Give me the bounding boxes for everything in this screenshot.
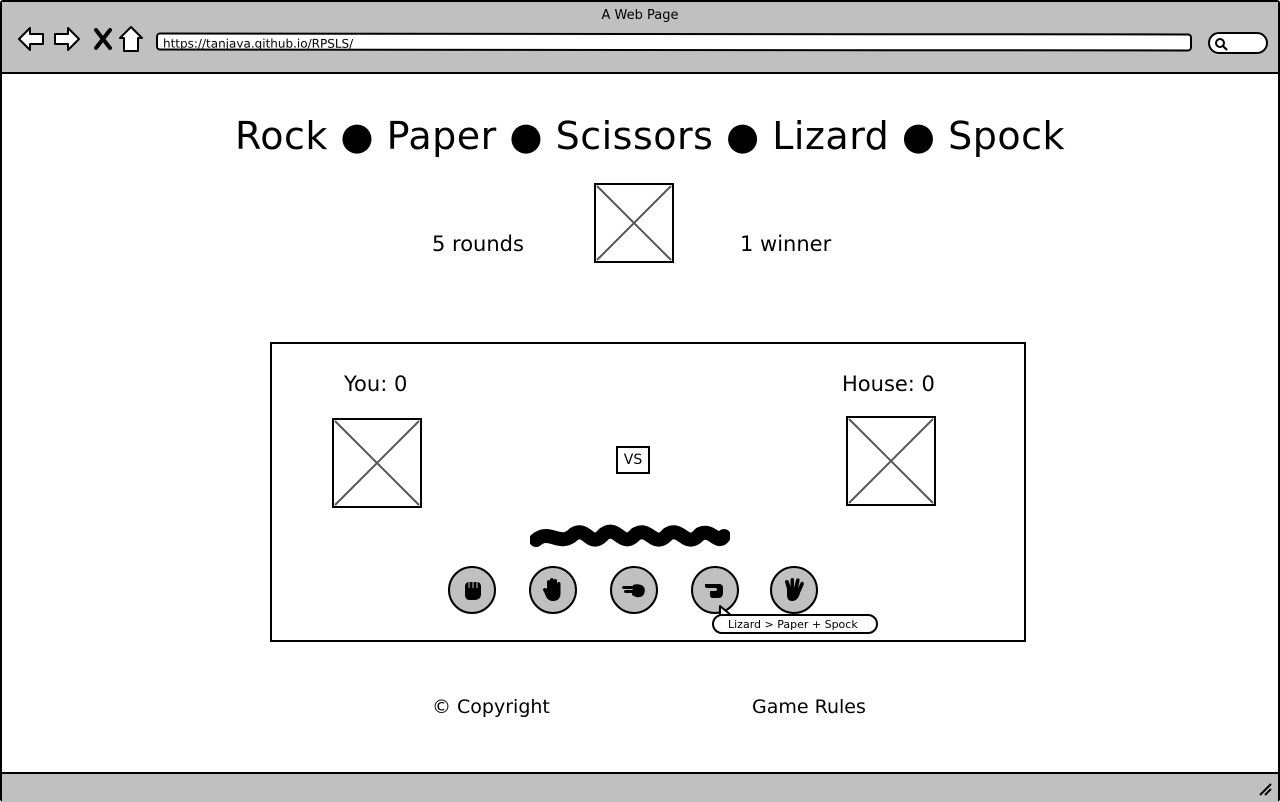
forward-arrow-icon[interactable] [52, 24, 82, 54]
url-input[interactable]: https://tanjava.github.io/RPSLS/ [155, 32, 1193, 52]
back-arrow-icon[interactable] [16, 24, 46, 54]
player-choice-placeholder [332, 418, 422, 508]
window-title: A Web Page [601, 8, 679, 23]
winner-text: 1 winner [740, 232, 832, 256]
browser-window: A Web Page https://tanjava.github.io/RPS… [0, 0, 1280, 802]
search-icon [1215, 38, 1228, 51]
close-x-icon[interactable] [88, 24, 118, 54]
result-text-scribble [530, 524, 730, 547]
home-icon[interactable] [116, 24, 146, 54]
open-hand-icon [543, 578, 561, 601]
paper-choice-button[interactable] [529, 566, 577, 614]
browser-toolbar: A Web Page https://tanjava.github.io/RPS… [2, 2, 1278, 74]
vulcan-salute-icon [785, 578, 804, 601]
lizard-hand-icon [705, 584, 723, 598]
rock-choice-button[interactable] [448, 566, 496, 614]
rounds-text: 5 rounds [432, 232, 524, 256]
game-panel: You: 0 House: 0 VS Lizard > Paper + Spoc… [270, 342, 1026, 642]
spock-choice-button[interactable] [770, 566, 818, 614]
copyright-text: © Copyright [432, 696, 550, 718]
game-rules-link[interactable]: Game Rules [752, 696, 866, 718]
search-field[interactable] [1208, 32, 1268, 54]
vs-label: VS [616, 446, 650, 474]
house-choice-placeholder [846, 416, 936, 506]
page-title: Rock ● Paper ● Scissors ● Lizard ● Spock [235, 114, 1065, 158]
status-bar [2, 772, 1278, 802]
player-score: You: 0 [344, 372, 408, 396]
scissors-hand-icon [622, 584, 645, 598]
logo-image-placeholder [594, 183, 674, 263]
house-score: House: 0 [842, 372, 935, 396]
scissors-choice-button[interactable] [610, 566, 658, 614]
resize-grip-icon[interactable] [1258, 782, 1272, 796]
fist-icon [465, 582, 481, 600]
lizard-tooltip: Lizard > Paper + Spock [712, 614, 878, 634]
